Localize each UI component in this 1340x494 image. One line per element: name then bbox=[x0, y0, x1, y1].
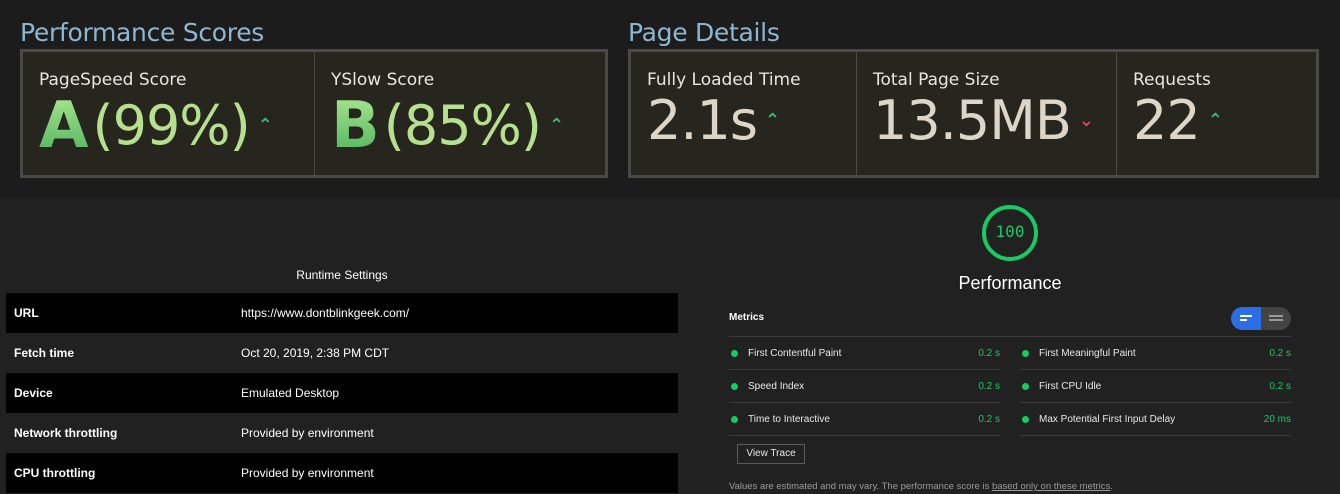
performance-score-value: 100 bbox=[995, 222, 1025, 241]
pass-dot-icon bbox=[1022, 382, 1029, 390]
pass-dot-icon bbox=[731, 349, 738, 357]
metrics-view-toggle[interactable] bbox=[1231, 307, 1291, 330]
runtime-value: https://www.dontblinkgeek.com/ bbox=[241, 306, 410, 320]
pagespeed-percent: (99%) bbox=[92, 94, 251, 157]
requests-value-row: 22 ⌃ bbox=[1133, 94, 1223, 148]
runtime-key: URL bbox=[14, 306, 39, 320]
table-row: Fetch time Oct 20, 2019, 2:38 PM CDT bbox=[6, 333, 678, 373]
metric-name: Max Potential First Input Delay bbox=[1039, 413, 1176, 425]
total-page-size-card: Total Page Size 13.5MB ⌄ bbox=[857, 52, 1117, 175]
metric-value: 0.2 s bbox=[1269, 380, 1291, 392]
metric-name: Time to Interactive bbox=[748, 413, 830, 425]
footnote-end: . bbox=[1110, 481, 1113, 492]
list-compact-icon bbox=[1240, 315, 1252, 323]
requests-value: 22 bbox=[1133, 89, 1201, 152]
pass-dot-icon bbox=[1022, 415, 1029, 423]
page-details-panel: Fully Loaded Time 2.1s ⌃ Total Page Size… bbox=[628, 49, 1319, 178]
pass-dot-icon bbox=[731, 382, 738, 390]
table-row: CPU throttling Provided by environment bbox=[6, 453, 678, 493]
requests-card: Requests 22 ⌃ bbox=[1117, 52, 1316, 175]
compact-view-button[interactable] bbox=[1231, 307, 1261, 330]
metrics-column-left: First Contentful Paint 0.2 s Speed Index… bbox=[729, 337, 1000, 436]
performance-category-title: Performance bbox=[958, 273, 1062, 293]
runtime-key: CPU throttling bbox=[14, 466, 96, 480]
yslow-percent: (85%) bbox=[383, 94, 542, 157]
list-item: First CPU Idle 0.2 s bbox=[1020, 370, 1291, 403]
total-page-size-value-row: 13.5MB ⌄ bbox=[873, 94, 1094, 148]
report-summary-band: Performance Scores PageSpeed Score A (99… bbox=[0, 0, 1340, 198]
pagespeed-grade: A bbox=[39, 89, 89, 163]
pagespeed-score-card: PageSpeed Score A (99%) ⌃ bbox=[23, 52, 315, 175]
fully-loaded-time-value: 2.1s bbox=[647, 89, 758, 152]
list-item: First Meaningful Paint 0.2 s bbox=[1020, 337, 1291, 370]
total-page-size-label: Total Page Size bbox=[873, 70, 1000, 90]
table-row: URL https://www.dontblinkgeek.com/ bbox=[6, 293, 678, 333]
table-row: Network throttling Provided by environme… bbox=[6, 413, 678, 453]
performance-scores-title: Performance Scores bbox=[20, 18, 265, 47]
page-details-title: Page Details bbox=[628, 18, 780, 47]
list-item: First Contentful Paint 0.2 s bbox=[729, 337, 1000, 370]
list-item: Max Potential First Input Delay 20 ms bbox=[1020, 403, 1291, 436]
runtime-settings-table: URL https://www.dontblinkgeek.com/ Fetch… bbox=[6, 293, 678, 493]
fully-loaded-time-label: Fully Loaded Time bbox=[647, 70, 801, 90]
fully-loaded-time-card: Fully Loaded Time 2.1s ⌃ bbox=[631, 52, 857, 175]
yslow-score-card: YSlow Score B (85%) ⌃ bbox=[315, 52, 605, 175]
list-item: Speed Index 0.2 s bbox=[729, 370, 1000, 403]
metric-value: 0.2 s bbox=[978, 347, 1000, 359]
footnote-text: Values are estimated and may vary. The p… bbox=[729, 481, 992, 492]
pagespeed-score-value: A (99%) ⌃ bbox=[39, 94, 273, 158]
metrics-footnote: Values are estimated and may vary. The p… bbox=[729, 481, 1113, 492]
metric-name: First Contentful Paint bbox=[748, 347, 842, 359]
yslow-score-label: YSlow Score bbox=[331, 70, 435, 90]
pass-dot-icon bbox=[731, 415, 738, 423]
runtime-settings-title: Runtime Settings bbox=[296, 268, 388, 282]
table-row: Device Emulated Desktop bbox=[6, 373, 678, 413]
caret-up-icon: ⌃ bbox=[765, 110, 781, 131]
metric-name: First CPU Idle bbox=[1039, 380, 1102, 392]
caret-up-icon: ⌃ bbox=[1207, 110, 1223, 131]
caret-up-icon: ⌃ bbox=[257, 115, 273, 136]
list-expanded-icon[interactable] bbox=[1269, 315, 1283, 323]
runtime-value: Provided by environment bbox=[241, 426, 374, 440]
metrics-info-link[interactable]: based only on these metrics bbox=[992, 481, 1110, 492]
fully-loaded-time-value-row: 2.1s ⌃ bbox=[647, 94, 780, 148]
metric-name: First Meaningful Paint bbox=[1039, 347, 1136, 359]
runtime-value: Provided by environment bbox=[241, 466, 374, 480]
requests-label: Requests bbox=[1133, 70, 1211, 90]
list-item: Time to Interactive 0.2 s bbox=[729, 403, 1000, 436]
metrics-column-right: First Meaningful Paint 0.2 s First CPU I… bbox=[1020, 337, 1291, 436]
metric-value: 0.2 s bbox=[1269, 347, 1291, 359]
metric-value: 0.2 s bbox=[978, 380, 1000, 392]
metric-value: 0.2 s bbox=[978, 413, 1000, 425]
pagespeed-score-label: PageSpeed Score bbox=[39, 70, 187, 90]
runtime-key: Fetch time bbox=[14, 346, 75, 360]
metric-name: Speed Index bbox=[748, 380, 805, 392]
view-trace-button[interactable]: View Trace bbox=[737, 444, 805, 464]
caret-down-icon: ⌄ bbox=[1078, 110, 1094, 131]
yslow-grade: B bbox=[331, 89, 380, 163]
metrics-header: Metrics bbox=[729, 312, 765, 323]
runtime-key: Device bbox=[14, 386, 53, 400]
caret-up-icon: ⌃ bbox=[548, 115, 565, 136]
yslow-score-value: B (85%) ⌃ bbox=[331, 94, 564, 158]
runtime-value: Emulated Desktop bbox=[241, 386, 340, 400]
performance-score-gauge: 100 bbox=[980, 204, 1040, 262]
total-page-size-value: 13.5MB bbox=[873, 89, 1072, 152]
runtime-key: Network throttling bbox=[14, 426, 118, 440]
runtime-value: Oct 20, 2019, 2:38 PM CDT bbox=[241, 346, 390, 360]
performance-scores-panel: PageSpeed Score A (99%) ⌃ YSlow Score B … bbox=[20, 49, 608, 178]
pass-dot-icon bbox=[1022, 349, 1029, 357]
metric-value: 20 ms bbox=[1263, 413, 1291, 425]
